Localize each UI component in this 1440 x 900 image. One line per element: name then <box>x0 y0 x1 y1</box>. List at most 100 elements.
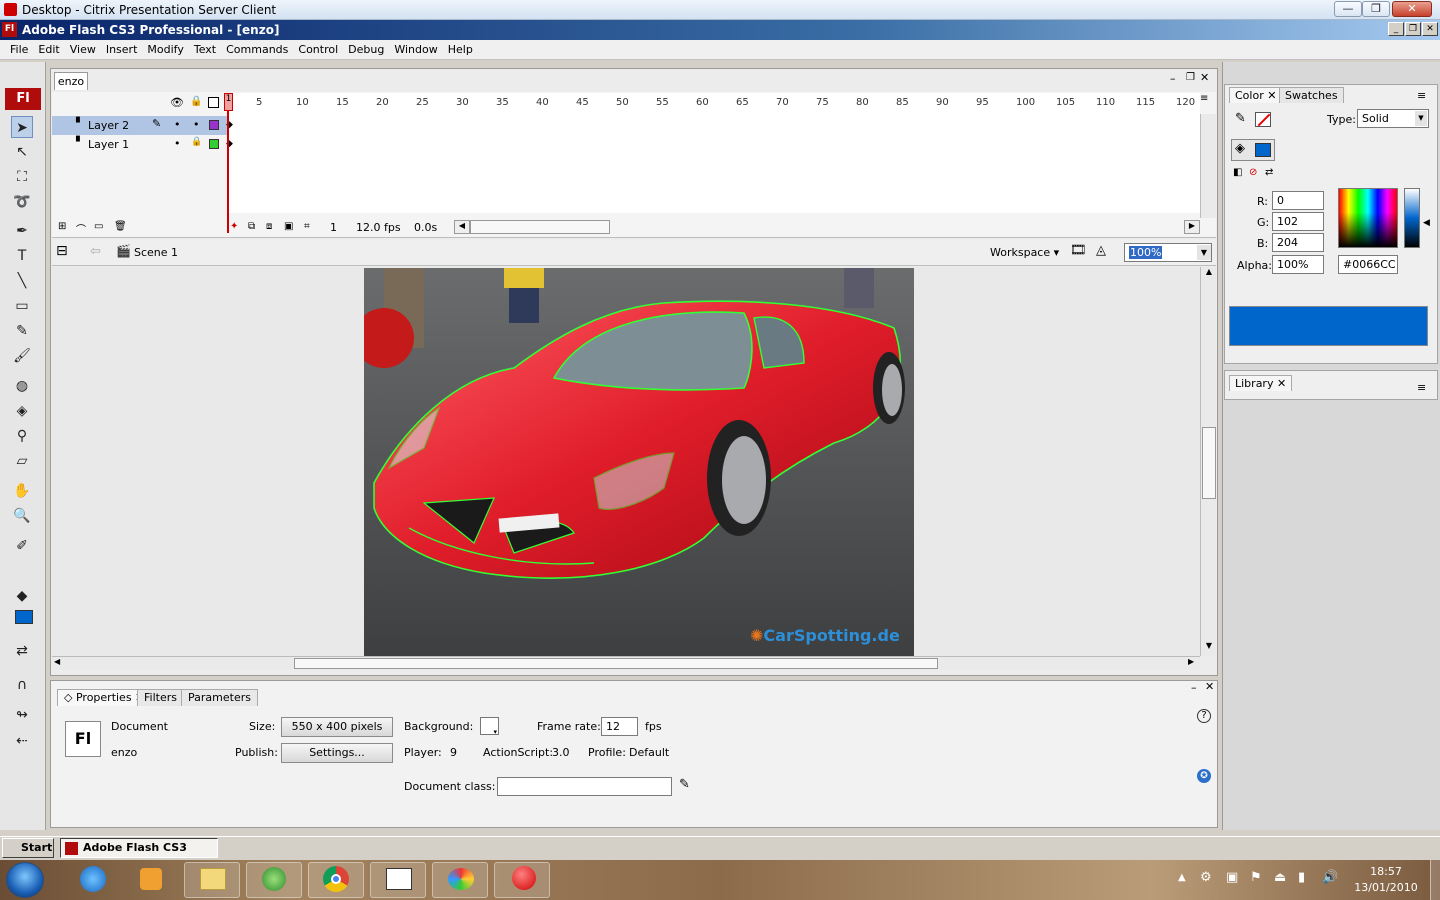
scroll-right-icon[interactable]: ▶ <box>1188 657 1194 666</box>
show-desktop-button[interactable] <box>1430 860 1440 900</box>
taskbar-item-flash[interactable]: Adobe Flash CS3 Prof... <box>60 838 218 872</box>
edit-scene-icon[interactable]: 🎞 <box>1070 243 1087 258</box>
document-class-input[interactable] <box>497 777 672 796</box>
windows-start-orb[interactable] <box>6 862 44 898</box>
brightness-slider[interactable] <box>1404 188 1420 248</box>
tray-steam-icon[interactable]: ⚙ <box>1200 870 1212 885</box>
tab-parameters[interactable]: Parameters <box>181 689 258 706</box>
layer-row[interactable]: ▝ Layer 1 • 🔒 <box>52 135 228 154</box>
edit-multiple-icon[interactable]: ▣ <box>284 221 293 232</box>
back-arrow-icon[interactable]: ⇦ <box>90 244 101 259</box>
menu-insert[interactable]: Insert <box>101 40 143 59</box>
help-icon[interactable]: ? <box>1197 709 1211 723</box>
chevron-down-icon[interactable]: ▼ <box>1415 111 1427 126</box>
layer-color-swatch[interactable] <box>209 139 219 149</box>
eraser-tool-icon[interactable]: ▱ <box>11 450 33 472</box>
paint-bucket-tool-icon[interactable]: ◈ <box>11 400 33 422</box>
lasso-tool-icon[interactable]: ➰ <box>11 191 33 213</box>
tray-device-icon[interactable]: ▣ <box>1226 870 1238 885</box>
citrix-minimize-button[interactable]: — <box>1334 1 1362 17</box>
rectangle-tool-icon[interactable]: ▭ <box>11 295 33 317</box>
zoom-tool-icon[interactable]: 🔍 <box>11 505 33 527</box>
red-input[interactable]: 0 <box>1272 191 1324 210</box>
hex-input[interactable]: #0066CC <box>1338 255 1398 274</box>
tray-volume-icon[interactable]: 🔊 <box>1322 870 1338 885</box>
menu-debug[interactable]: Debug <box>343 40 389 59</box>
hand-tool-icon[interactable]: ✋ <box>11 480 33 502</box>
swap-colors-icon[interactable]: ⇄ <box>1265 167 1273 178</box>
workspace-menu[interactable]: Workspace ▾ <box>990 246 1059 259</box>
citrix-close-button[interactable]: ✕ <box>1392 1 1432 17</box>
timeline-vscroll[interactable] <box>1200 114 1216 218</box>
timeline-toggle-icon[interactable]: ⊟ <box>56 243 68 259</box>
blue-input[interactable]: 204 <box>1272 233 1324 252</box>
stroke-pencil-icon[interactable]: ✎ <box>1235 111 1246 126</box>
scroll-down-icon[interactable]: ▼ <box>1202 641 1216 655</box>
scene-name[interactable]: Scene 1 <box>134 246 178 259</box>
selection-tool-icon[interactable]: ➤ <box>11 116 33 138</box>
tab-swatches[interactable]: Swatches <box>1279 87 1344 103</box>
layer-row[interactable]: ▝ Layer 2 ✎ • • <box>52 116 228 135</box>
menu-help[interactable]: Help <box>443 40 478 59</box>
system-clock[interactable]: 18:57 13/01/2010 <box>1346 864 1426 896</box>
free-transform-tool-icon[interactable]: ⛶ <box>11 166 33 188</box>
menu-view[interactable]: View <box>65 40 101 59</box>
timeline-hscroll-thumb[interactable] <box>470 220 610 234</box>
flash-restore-button[interactable]: ❐ <box>1405 22 1421 36</box>
stage-hscroll-thumb[interactable] <box>294 658 938 669</box>
library-panel-menu-icon[interactable]: ≡ <box>1417 381 1426 394</box>
text-tool-icon[interactable]: T <box>11 245 33 267</box>
layer-frames[interactable] <box>228 135 1200 154</box>
tray-expand-icon[interactable]: ▲ <box>1178 872 1186 883</box>
insert-layer-icon[interactable]: ⊞ <box>58 221 66 232</box>
scroll-left-icon[interactable]: ◀ <box>454 220 470 234</box>
size-button[interactable]: 550 x 400 pixels <box>281 717 393 737</box>
props-collapse-icon[interactable]: – <box>1191 681 1197 694</box>
motion-guide-icon[interactable]: ⌒ <box>76 221 86 236</box>
onion-skin-icon[interactable]: ⧉ <box>248 221 255 232</box>
menu-control[interactable]: Control <box>293 40 343 59</box>
swap-colors-icon[interactable]: ⇄ <box>11 640 33 662</box>
visible-dot-icon[interactable]: • <box>174 137 181 150</box>
green-input[interactable]: 102 <box>1272 212 1324 231</box>
stage-vscroll-thumb[interactable] <box>1202 427 1216 499</box>
modify-markers-icon[interactable]: ⌗ <box>304 221 310 232</box>
playhead[interactable] <box>227 93 229 233</box>
zoom-value[interactable]: 100% <box>1129 246 1163 259</box>
doc-minimize-icon[interactable]: – <box>1170 72 1176 85</box>
pencil-tool-icon[interactable]: ✎ <box>11 320 33 342</box>
smooth-icon[interactable]: ↬ <box>11 704 33 726</box>
color-panel-menu-icon[interactable]: ≡ <box>1417 89 1426 102</box>
brightness-arrow-icon[interactable]: ◀ <box>1423 218 1430 228</box>
doc-close-icon[interactable]: ✕ <box>1200 71 1209 84</box>
fill-color-icon[interactable]: ◆ <box>11 585 33 607</box>
lock-icon[interactable]: 🔒 <box>190 96 202 107</box>
color-spectrum[interactable] <box>1338 188 1398 248</box>
ink-bottle-tool-icon[interactable]: ◍ <box>11 375 33 397</box>
scroll-left-icon[interactable]: ◀ <box>54 657 60 666</box>
props-close-icon[interactable]: ✕ <box>1205 680 1214 693</box>
brush-tool-icon[interactable]: 🖌 <box>11 345 33 367</box>
playhead-handle[interactable]: 1 <box>224 93 233 111</box>
document-tab[interactable]: enzo <box>54 72 88 90</box>
layer-locked-icon[interactable]: 🔒 <box>191 137 202 147</box>
menu-commands[interactable]: Commands <box>221 40 293 59</box>
tab-color[interactable]: Color ✕ <box>1229 87 1283 103</box>
subselection-tool-icon[interactable]: ↖ <box>11 141 33 163</box>
stroke-none-swatch[interactable] <box>1255 112 1271 127</box>
outline-icon[interactable] <box>208 97 219 108</box>
tray-network-icon[interactable]: ▮ <box>1298 870 1305 885</box>
tab-library[interactable]: Library ✕ <box>1229 375 1293 391</box>
edit-class-pencil-icon[interactable]: ✎ <box>679 777 690 792</box>
center-frame-icon[interactable]: ✦ <box>230 221 238 232</box>
show-hide-icon[interactable]: 👁 <box>170 96 184 109</box>
snap-to-objects-icon[interactable]: ∩ <box>11 674 33 696</box>
chevron-down-icon[interactable]: ▼ <box>1197 245 1211 260</box>
stroke-color-icon[interactable]: ✐ <box>11 535 33 557</box>
flash-minimize-button[interactable]: _ <box>1388 22 1404 36</box>
line-tool-icon[interactable]: ╲ <box>11 270 33 292</box>
no-color-icon[interactable]: ⊘ <box>1249 167 1257 178</box>
alpha-input[interactable]: 100% <box>1272 255 1324 274</box>
lock-dot-icon[interactable]: • <box>193 118 200 131</box>
accessibility-icon[interactable]: ✪ <box>1197 769 1211 783</box>
